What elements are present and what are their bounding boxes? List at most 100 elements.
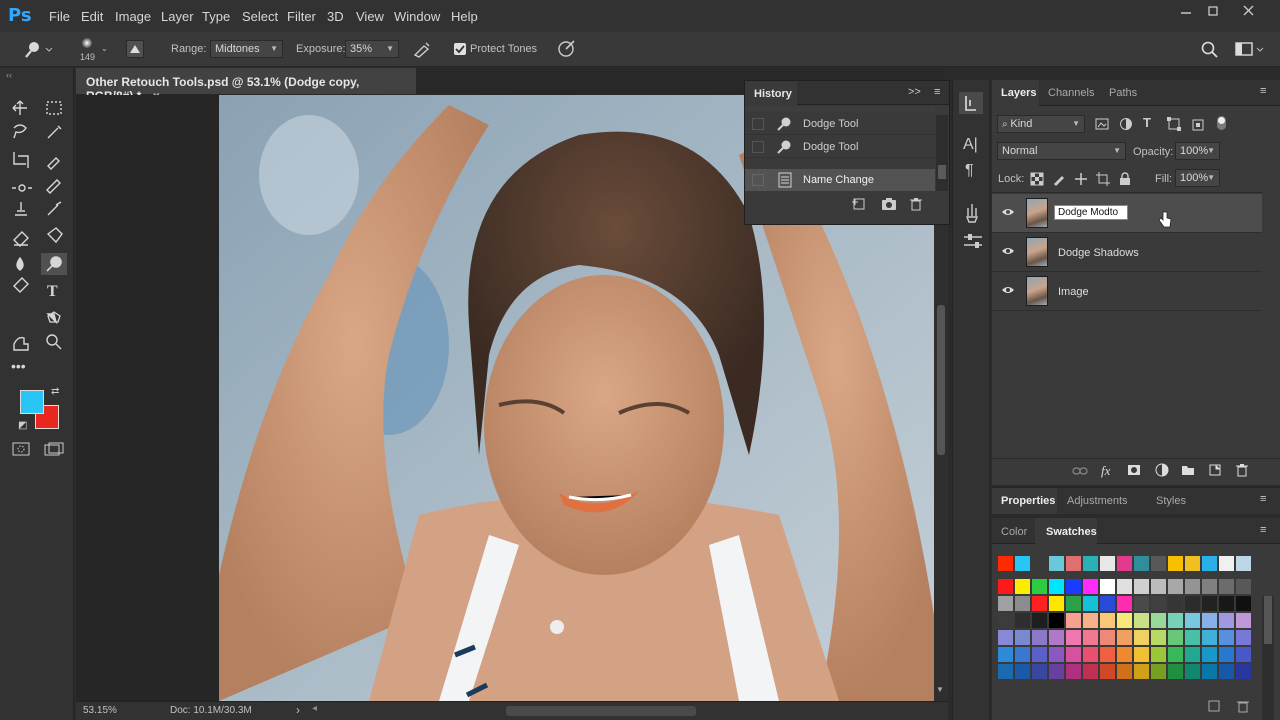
color-swatch[interactable] (1015, 596, 1030, 611)
visibility-eye-icon[interactable] (1001, 207, 1015, 217)
menu-help[interactable]: Help (451, 9, 478, 24)
color-swatch[interactable] (1202, 647, 1217, 662)
color-swatch[interactable] (1032, 579, 1047, 594)
color-swatch[interactable] (1168, 613, 1183, 628)
trash-icon[interactable] (909, 197, 923, 211)
color-swatch[interactable] (1083, 613, 1098, 628)
color-swatch[interactable] (1151, 647, 1166, 662)
tab-channels[interactable]: Channels (1048, 87, 1094, 99)
color-swatch[interactable] (1185, 664, 1200, 679)
color-swatch[interactable] (1083, 579, 1098, 594)
layer-filter-select[interactable]: ⌕ Kind ▼ (997, 115, 1085, 133)
layer-row-selected[interactable]: Dodge Modto (992, 194, 1262, 233)
color-swatch[interactable] (1015, 556, 1030, 571)
color-swatch[interactable] (1049, 664, 1064, 679)
history-tab[interactable]: History (754, 88, 792, 100)
color-swatch[interactable] (1134, 630, 1149, 645)
status-menu-chevron-icon[interactable]: › (296, 703, 300, 717)
color-swatch[interactable] (1236, 579, 1251, 594)
color-swatch[interactable] (1049, 556, 1064, 571)
color-swatch[interactable] (1236, 596, 1251, 611)
menu-3d[interactable]: 3D (327, 9, 344, 24)
color-swatch[interactable] (1168, 596, 1183, 611)
color-swatch[interactable] (1236, 556, 1251, 571)
color-swatch[interactable] (1049, 596, 1064, 611)
link-icon[interactable] (1072, 465, 1088, 477)
horizontal-scroll-thumb[interactable] (506, 706, 696, 716)
adjustment-filter-icon[interactable] (1119, 117, 1133, 131)
menu-window[interactable]: Window (394, 9, 440, 24)
color-swatch[interactable] (1015, 613, 1030, 628)
tab-adjustments[interactable]: Adjustments (1067, 495, 1128, 507)
screen-mode-icon[interactable] (44, 442, 64, 456)
lock-all-icon[interactable] (1119, 172, 1131, 186)
workspace-icon[interactable] (1235, 40, 1267, 60)
color-swatch[interactable] (1236, 664, 1251, 679)
color-swatch[interactable] (1202, 556, 1217, 571)
color-swatch[interactable] (1049, 630, 1064, 645)
color-swatch[interactable] (998, 664, 1013, 679)
smart-object-filter-icon[interactable] (1191, 117, 1205, 131)
color-swatch[interactable] (1151, 613, 1166, 628)
color-swatch[interactable] (1032, 664, 1047, 679)
color-swatch[interactable] (1219, 647, 1234, 662)
color-swatch[interactable] (998, 647, 1013, 662)
color-swatch[interactable] (1117, 647, 1132, 662)
color-swatch[interactable] (1066, 647, 1081, 662)
lock-position-icon[interactable] (1074, 172, 1088, 186)
expand-panel-icon[interactable]: >> (908, 86, 921, 98)
color-swatch[interactable] (1049, 613, 1064, 628)
menu-edit[interactable]: Edit (81, 9, 103, 24)
color-swatch[interactable] (1049, 647, 1064, 662)
color-swatch[interactable] (1219, 664, 1234, 679)
color-swatch[interactable] (1032, 630, 1047, 645)
restore-icon[interactable] (1202, 3, 1224, 19)
color-swatch[interactable] (1168, 579, 1183, 594)
color-swatch[interactable] (1236, 613, 1251, 628)
color-swatch[interactable] (998, 596, 1013, 611)
lock-transparent-icon[interactable] (1030, 172, 1044, 186)
color-swatch[interactable] (1066, 596, 1081, 611)
search-icon[interactable] (1200, 40, 1220, 60)
delete-swatch-icon[interactable] (1236, 699, 1250, 713)
layer-row[interactable]: Dodge Shadows (992, 233, 1262, 272)
minimize-icon[interactable] (1175, 3, 1197, 19)
color-swatch[interactable] (1066, 556, 1081, 571)
visibility-eye-icon[interactable] (1001, 285, 1015, 295)
color-swatch[interactable] (1134, 556, 1149, 571)
color-swatch[interactable] (1100, 556, 1115, 571)
color-swatch[interactable] (1032, 596, 1047, 611)
menu-layer[interactable]: Layer (161, 9, 194, 24)
color-swatch[interactable] (1151, 630, 1166, 645)
color-swatch[interactable] (1083, 664, 1098, 679)
history-item[interactable]: Dodge Tool (745, 113, 935, 135)
group-icon[interactable] (1181, 464, 1195, 476)
color-swatch[interactable] (1151, 556, 1166, 571)
range-select[interactable]: Midtones ▼ (210, 40, 283, 58)
tab-properties[interactable]: Properties (1001, 495, 1055, 507)
color-swatch[interactable] (1185, 596, 1200, 611)
color-swatch[interactable] (1015, 630, 1030, 645)
adjustment-icon[interactable] (1155, 463, 1169, 477)
color-swatch[interactable] (1219, 556, 1234, 571)
color-swatch[interactable] (1083, 596, 1098, 611)
paragraph-panel-icon[interactable]: ¶ (965, 162, 974, 180)
menu-filter[interactable]: Filter (287, 9, 316, 24)
panel-menu-icon[interactable]: ≡ (1260, 85, 1266, 97)
color-swatch[interactable] (998, 579, 1013, 594)
menu-image[interactable]: Image (115, 9, 151, 24)
color-swatch[interactable] (1066, 630, 1081, 645)
color-swatch[interactable] (1083, 556, 1098, 571)
color-swatch[interactable] (1219, 596, 1234, 611)
adjustments-panel-icon[interactable] (963, 232, 983, 250)
color-swatch[interactable] (1168, 630, 1183, 645)
color-swatch[interactable] (1185, 613, 1200, 628)
tab-color[interactable]: Color (1001, 526, 1027, 538)
character-panel-icon[interactable]: A| (963, 136, 978, 154)
close-icon[interactable] (1238, 3, 1260, 19)
document-tab[interactable]: Other Retouch Tools.psd @ 53.1% (Dodge c… (76, 68, 416, 103)
lock-artboard-icon[interactable] (1096, 172, 1110, 186)
color-swatch[interactable] (998, 630, 1013, 645)
layer-name-input[interactable]: Dodge Modto (1054, 205, 1128, 220)
history-item-selected[interactable]: Name Change (745, 169, 935, 191)
